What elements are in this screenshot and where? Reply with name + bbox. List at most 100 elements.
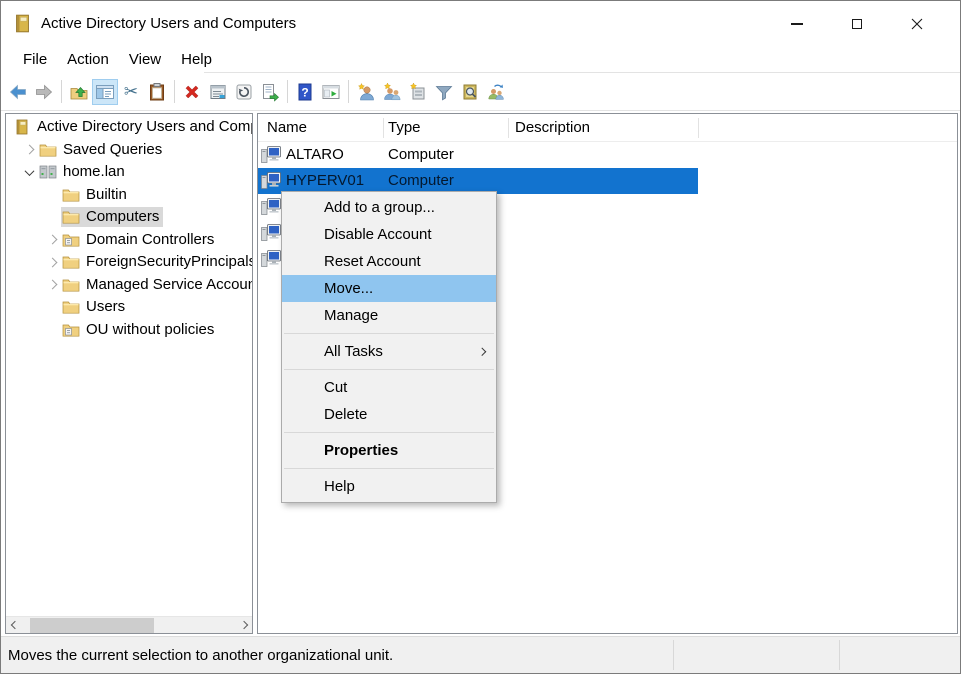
console-tree: Active Directory Users and Comp Saved Qu… <box>6 114 252 341</box>
context-menu-item-disable-account[interactable]: Disable Account <box>282 221 496 248</box>
column-divider[interactable] <box>383 118 384 138</box>
menu-item-label: Disable Account <box>324 226 432 243</box>
organizational-unit-icon <box>62 322 80 338</box>
menu-item-label: Help <box>324 478 355 495</box>
up-one-level-icon <box>69 82 89 102</box>
show-console-tree-icon <box>95 82 115 102</box>
tree-item-foreign-security-principals[interactable]: ForeignSecurityPrincipals <box>6 251 252 274</box>
maximize-button[interactable] <box>834 9 879 39</box>
scroll-left-button[interactable] <box>6 617 23 633</box>
delete-button[interactable] <box>179 79 205 105</box>
tree-item-managed-service-accounts[interactable]: Managed Service Accoun <box>6 274 252 297</box>
export-list-button[interactable] <box>257 79 283 105</box>
tree-item-home-lan[interactable]: home.lan <box>6 161 252 184</box>
folder-icon <box>62 299 80 315</box>
column-header-name[interactable]: Name <box>267 119 307 136</box>
context-menu-item-properties[interactable]: Properties <box>282 437 496 464</box>
chevron-right-icon <box>47 257 57 267</box>
new-user-button[interactable] <box>353 79 379 105</box>
tree-item-label: Computers <box>86 208 159 226</box>
new-organizational-unit-button[interactable] <box>405 79 431 105</box>
menu-action[interactable]: Action <box>57 48 119 71</box>
column-divider[interactable] <box>508 118 509 138</box>
paste-button[interactable] <box>144 79 170 105</box>
svg-text:?: ? <box>301 85 308 99</box>
cell-name: ALTARO <box>286 146 344 163</box>
scroll-right-button[interactable] <box>235 617 252 633</box>
column-header-description[interactable]: Description <box>515 119 590 136</box>
status-bar-divider <box>839 640 840 670</box>
folder-icon <box>62 254 80 270</box>
scrollbar-thumb[interactable] <box>30 618 154 633</box>
expander[interactable] <box>43 274 61 297</box>
properties-button[interactable] <box>205 79 231 105</box>
organizational-unit-icon <box>62 232 80 248</box>
toolbar: ✂ <box>1 73 960 111</box>
expander[interactable] <box>43 229 61 252</box>
context-menu-item-cut[interactable]: Cut <box>282 374 496 401</box>
tree-item-label: OU without policies <box>86 321 214 339</box>
status-text: Moves the current selection to another o… <box>8 647 393 664</box>
menu-item-label: Move... <box>324 280 373 297</box>
list-row-altaro[interactable]: ALTARO Computer <box>258 142 957 168</box>
expander[interactable] <box>20 161 38 184</box>
chevron-left-icon <box>10 621 18 629</box>
tree-item-saved-queries[interactable]: Saved Queries <box>6 139 252 162</box>
console-icon <box>13 119 31 135</box>
context-menu-item-help[interactable]: Help <box>282 473 496 500</box>
submenu-chevron-icon <box>477 348 485 356</box>
close-button[interactable] <box>894 9 939 39</box>
expander <box>43 184 61 207</box>
tree-item-domain-controllers[interactable]: Domain Controllers <box>6 229 252 252</box>
title-bar: Active Directory Users and Computers <box>1 1 960 46</box>
context-menu-item-add-to-a-group[interactable]: Add to a group... <box>282 194 496 221</box>
new-organizational-unit-icon <box>408 82 428 102</box>
tree-item-builtin[interactable]: Builtin <box>6 184 252 207</box>
computer-icon <box>261 250 281 267</box>
horizontal-scrollbar[interactable] <box>6 616 252 633</box>
toolbar-separator <box>61 80 62 103</box>
tree-item-computers[interactable]: Computers <box>6 206 252 229</box>
context-menu-item-reset-account[interactable]: Reset Account <box>282 248 496 275</box>
cut-icon: ✂ <box>124 83 138 100</box>
tree-item-users[interactable]: Users <box>6 296 252 319</box>
menu-item-label: Delete <box>324 406 367 423</box>
expander <box>43 296 61 319</box>
window-title: Active Directory Users and Computers <box>41 15 296 32</box>
minimize-button[interactable] <box>774 9 819 39</box>
menu-file[interactable]: File <box>13 48 57 71</box>
tree-item-root[interactable]: Active Directory Users and Comp <box>6 116 252 139</box>
cut-button[interactable]: ✂ <box>118 79 144 105</box>
context-menu-item-delete[interactable]: Delete <box>282 401 496 428</box>
expander[interactable] <box>20 139 38 162</box>
menu-view[interactable]: View <box>119 48 171 71</box>
caption-buttons <box>774 9 939 39</box>
find-button[interactable] <box>457 79 483 105</box>
chevron-right-icon <box>24 145 34 155</box>
menu-help[interactable]: Help <box>171 48 222 71</box>
show-console-tree-button[interactable] <box>92 79 118 105</box>
tree-item-ou-without-policies[interactable]: OU without policies <box>6 319 252 342</box>
forward-button[interactable] <box>31 79 57 105</box>
help-button[interactable]: ? <box>292 79 318 105</box>
expander[interactable] <box>43 251 61 274</box>
context-menu-item-manage[interactable]: Manage <box>282 302 496 329</box>
menu-item-label: Manage <box>324 307 378 324</box>
new-group-button[interactable] <box>379 79 405 105</box>
column-header-type[interactable]: Type <box>388 119 421 136</box>
new-user-icon <box>356 82 376 102</box>
refresh-button[interactable] <box>231 79 257 105</box>
refresh-users-button[interactable] <box>483 79 509 105</box>
folder-icon <box>39 142 57 158</box>
folder-icon <box>62 277 80 293</box>
toolbar-separator <box>174 80 175 103</box>
filter-button[interactable] <box>431 79 457 105</box>
status-bar-divider <box>673 640 674 670</box>
paste-icon <box>147 82 167 102</box>
context-menu-item-move[interactable]: Move... <box>282 275 496 302</box>
back-button[interactable] <box>5 79 31 105</box>
up-one-level-button[interactable] <box>66 79 92 105</box>
new-window-button[interactable] <box>318 79 344 105</box>
context-menu-item-all-tasks[interactable]: All Tasks <box>282 338 496 365</box>
column-divider[interactable] <box>698 118 699 138</box>
